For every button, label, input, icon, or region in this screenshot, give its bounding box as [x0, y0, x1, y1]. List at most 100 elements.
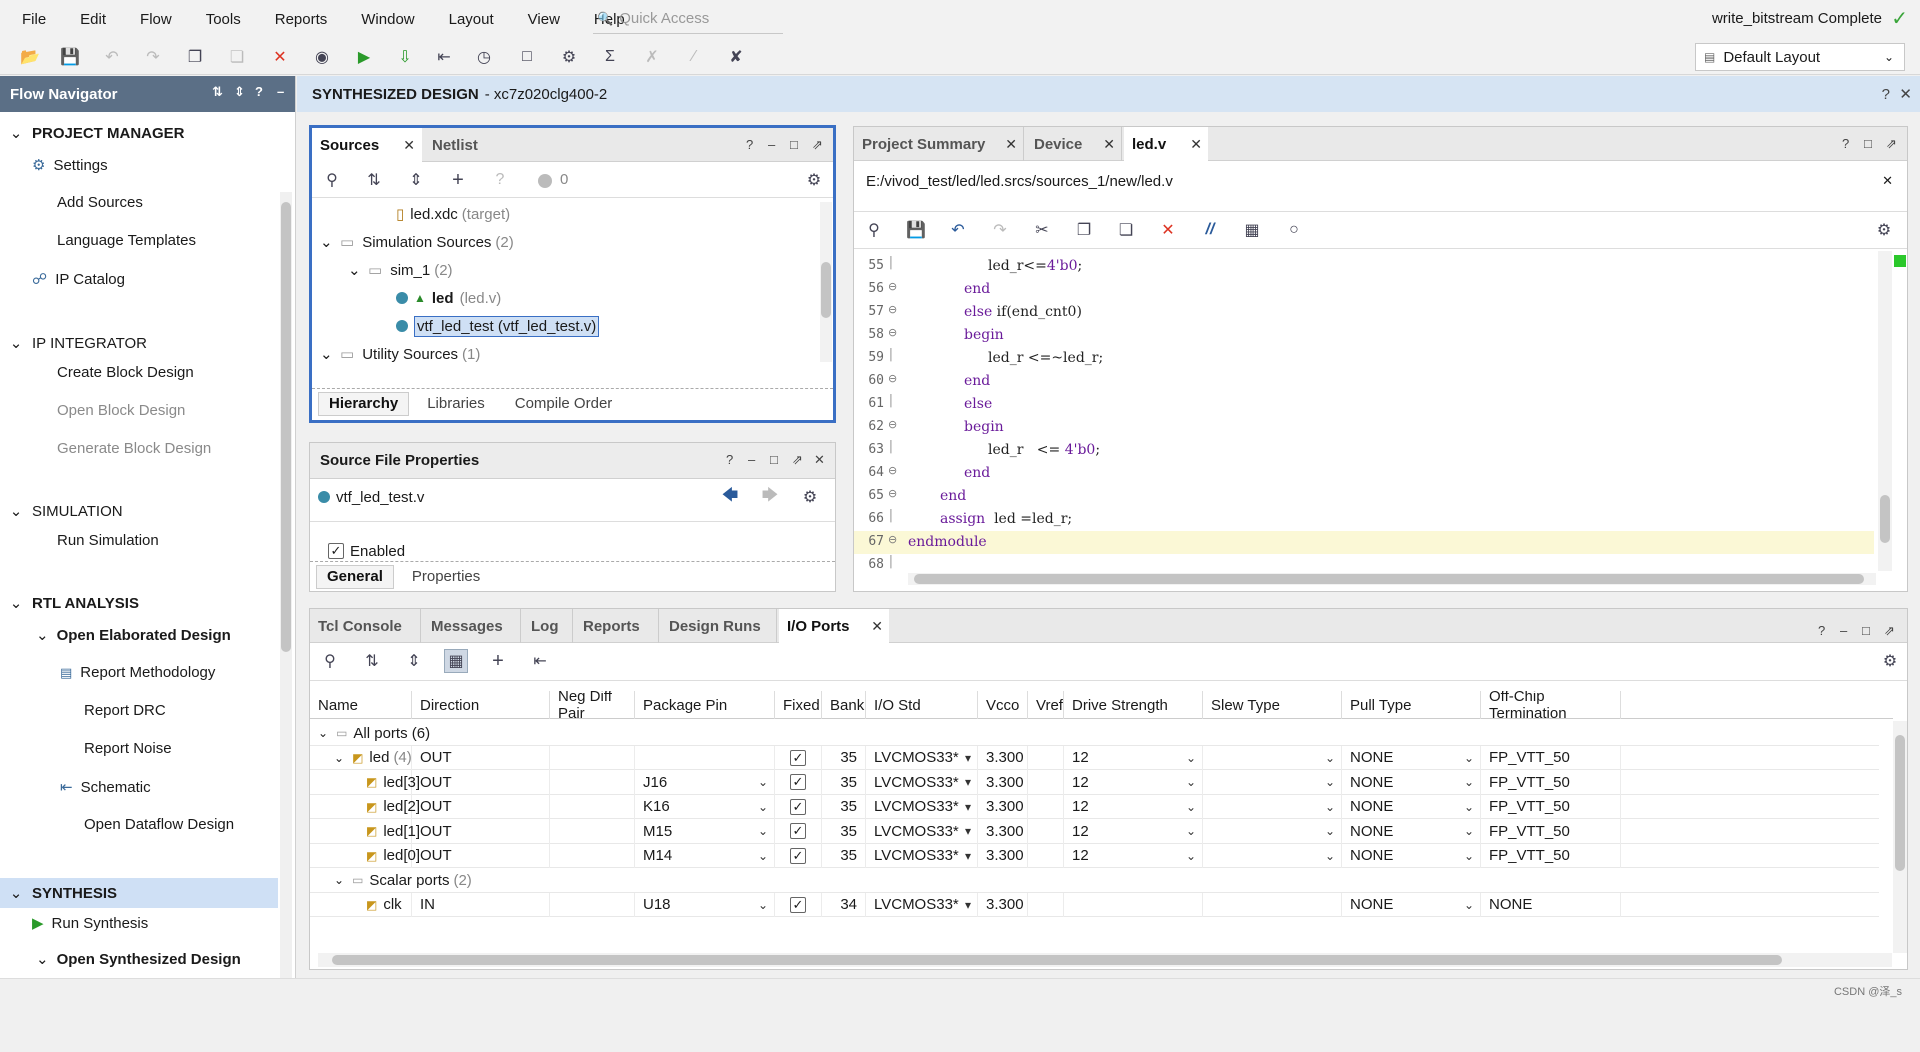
help-icon[interactable]: ? [1842, 136, 1849, 151]
close-icon[interactable]: ✕ [1899, 85, 1912, 103]
search-icon[interactable]: ⚲ [320, 168, 344, 192]
table-row[interactable]: ◩ led[3] OUT J16 ⌄ ✓ 35 LVCMOS33* ▾ 3.300 12 ⌄ ⌄ NONE… [310, 770, 1879, 795]
collapse-all-icon[interactable]: ⇅ [212, 84, 223, 100]
chevron-down-icon[interactable]: ⌄ [758, 849, 768, 863]
export-icon[interactable]: ⇤ [528, 649, 552, 673]
section-synthesis[interactable]: ⌄ SYNTHESIS [0, 878, 278, 908]
report-icon[interactable]: □ [515, 45, 539, 69]
section-project-manager[interactable]: ⌄ PROJECT MANAGER [0, 118, 278, 148]
sources-scrollbar[interactable] [820, 202, 832, 362]
table-row[interactable]: ⌄ ▭ Scalar ports (2) [310, 868, 1879, 893]
chevron-down-icon[interactable]: ⌄ [758, 775, 768, 789]
nav-report-methodology[interactable]: ▤ Report Methodology [60, 664, 215, 681]
run-icon[interactable]: ▶ [352, 45, 376, 69]
chevron-down-icon[interactable]: ⌄ [1186, 751, 1196, 765]
nav-report-noise[interactable]: Report Noise [84, 740, 172, 757]
chevron-down-icon[interactable]: ⌄ [758, 800, 768, 814]
chevron-down-icon[interactable]: ⌄ [334, 873, 344, 887]
tab-device[interactable]: Device ✕ [1026, 127, 1122, 161]
checkbox-checked-icon[interactable]: ✓ [790, 823, 806, 840]
menu-layout[interactable]: Layout [427, 0, 506, 39]
fixed-cell[interactable]: ✓ [775, 843, 822, 868]
undo-icon[interactable]: ↶ [100, 45, 124, 69]
expand-all-icon[interactable]: ⇕ [402, 649, 426, 673]
search-icon[interactable]: ⚲ [862, 218, 886, 242]
save-icon[interactable]: 💾 [904, 218, 928, 242]
wand-icon[interactable]: ∕ [682, 45, 706, 69]
group-by-icon[interactable]: ▦ [444, 649, 468, 673]
back-arrow-icon[interactable]: 🡄 [718, 485, 742, 509]
port-name-cell[interactable]: ◩ led[2] [310, 794, 420, 819]
nav-report-drc[interactable]: Report DRC [84, 702, 166, 719]
scrollbar-thumb[interactable] [1880, 495, 1890, 543]
flow-navigator-scrollbar[interactable] [280, 192, 292, 1052]
maximize-icon[interactable]: □ [1862, 623, 1870, 638]
nav-ip-catalog[interactable]: ☍ IP Catalog [32, 270, 125, 289]
fold-icon[interactable]: ⊖ [888, 326, 897, 339]
off-chip-termination-cell[interactable]: FP_VTT_50 [1481, 794, 1621, 819]
fold-icon[interactable]: │ [888, 395, 895, 407]
pull-type-cell[interactable]: NONE ⌄ [1342, 794, 1481, 819]
table-row[interactable]: ◩ clk IN U18 ⌄ ✓ 34 LVCMOS33* ▾ 3.300 NONE ⌄ NONE [310, 892, 1879, 917]
pull-type-cell[interactable]: NONE ⌄ [1342, 819, 1481, 844]
nav-language-templates[interactable]: Language Templates [57, 232, 196, 249]
section-ip-integrator[interactable]: ⌄ IP INTEGRATOR [0, 328, 278, 358]
chevron-down-icon[interactable]: ⌄ [1464, 751, 1474, 765]
help-icon[interactable]: ? [255, 84, 263, 99]
nav-open-synthesized-design[interactable]: ⌄ Open Synthesized Design [36, 950, 241, 969]
package-pin-cell[interactable]: M14 ⌄ [635, 843, 775, 868]
nav-run-synthesis[interactable]: ▶ Run Synthesis [32, 914, 148, 933]
nav-add-sources[interactable]: Add Sources [57, 194, 143, 211]
help-icon[interactable]: ? [726, 452, 733, 467]
slew-type-cell[interactable] [1203, 892, 1342, 917]
chevron-down-icon[interactable]: ⌄ [1325, 775, 1335, 789]
checkbox-checked-icon[interactable]: ✓ [790, 774, 806, 791]
table-vscrollbar[interactable] [1893, 721, 1907, 953]
tree-item-utility-sources[interactable]: ⌄ ▭ Utility Sources (1) [320, 340, 480, 368]
step-icon[interactable]: ⇤ [432, 45, 456, 69]
tree-item-vtf-led-test[interactable]: vtf_led_test (vtf_led_test.v) [396, 312, 600, 340]
off-chip-termination-cell[interactable]: FP_VTT_50 [1481, 819, 1621, 844]
minimize-icon[interactable]: – [748, 452, 755, 467]
subtab-general[interactable]: General [316, 564, 394, 589]
checkbox-checked-icon[interactable]: ✓ [790, 749, 806, 766]
chevron-down-icon[interactable]: ⌄ [1186, 849, 1196, 863]
table-row[interactable]: ⌄ ▭ All ports (6) [310, 721, 1879, 746]
editor-vscrollbar[interactable] [1878, 251, 1892, 571]
fold-icon[interactable]: │ [888, 441, 895, 453]
add-icon[interactable]: + [486, 649, 510, 673]
gear-icon[interactable]: ⚙ [1872, 218, 1896, 242]
float-icon[interactable]: ⇗ [792, 452, 803, 468]
package-pin-cell[interactable]: J16 ⌄ [635, 770, 775, 795]
menu-edit[interactable]: Edit [58, 0, 118, 39]
column-header[interactable]: Vcco [978, 691, 1028, 719]
float-icon[interactable]: ⇗ [812, 137, 823, 153]
fold-icon[interactable]: ⊖ [888, 533, 897, 546]
chevron-down-icon[interactable]: ⌄ [1464, 775, 1474, 789]
delete-icon[interactable]: ✕ [1156, 218, 1180, 242]
pull-type-cell[interactable]: NONE ⌄ [1342, 745, 1481, 770]
menu-window[interactable]: Window [339, 0, 426, 39]
fold-icon[interactable]: │ [888, 349, 895, 361]
comment-icon[interactable]: // [1198, 218, 1222, 242]
io-std-cell[interactable]: LVCMOS33* ▾ [866, 794, 978, 819]
subtab-properties[interactable]: Properties [402, 565, 490, 589]
menu-file[interactable]: File [0, 0, 58, 39]
dropdown-arrow-icon[interactable]: ▾ [965, 898, 971, 912]
chevron-down-icon[interactable]: ⌄ [1464, 800, 1474, 814]
properties-icon[interactable]: ? [488, 168, 512, 192]
tree-item-led[interactable]: ▲ led (led.v) [396, 284, 501, 312]
nav-create-block-design[interactable]: Create Block Design [57, 364, 194, 381]
layout-select[interactable]: ▤ Default Layout ⌄ [1695, 43, 1905, 71]
port-name-cell[interactable]: ⌄ ▭ All ports (6) [310, 721, 1210, 746]
timer-icon[interactable]: ◷ [472, 45, 496, 69]
slew-type-cell[interactable]: ⌄ [1203, 745, 1342, 770]
chevron-down-icon[interactable]: ⌄ [1325, 849, 1335, 863]
chevron-down-icon[interactable]: ⌄ [1325, 800, 1335, 814]
program-icon[interactable]: ⇩ [393, 45, 417, 69]
column-header[interactable]: Package Pin [635, 691, 775, 719]
tree-item-led-xdc[interactable]: ▯ led.xdc (target) [396, 200, 510, 228]
scrollbar-thumb[interactable] [332, 955, 1782, 965]
port-name-cell[interactable]: ◩ led[3] [310, 770, 420, 795]
add-icon[interactable]: + [446, 168, 470, 192]
